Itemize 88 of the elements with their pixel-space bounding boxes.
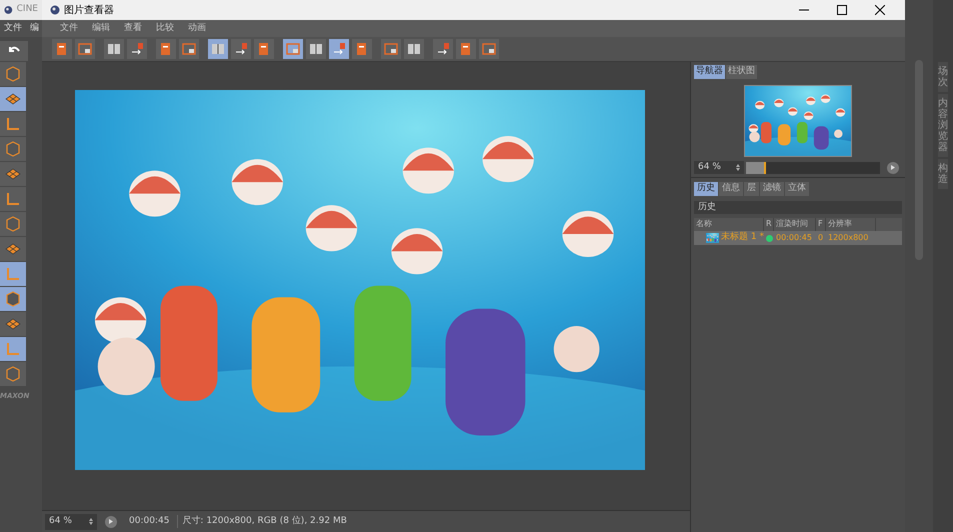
- grid-icon: [5, 241, 21, 257]
- grid-icon: [5, 91, 21, 107]
- document-icon: [459, 42, 473, 56]
- split-view-icon: [309, 42, 323, 56]
- panel-tab[interactable]: 层: [744, 182, 759, 196]
- tool-button[interactable]: [0, 162, 26, 186]
- toolbar-button[interactable]: [127, 39, 147, 59]
- history-row[interactable]: 未标题 1 * 00:00:45 0 1200x800: [694, 231, 902, 245]
- document-icon: [355, 42, 369, 56]
- table-cell-text: 未标题 1 *: [721, 231, 764, 244]
- play-icon: [109, 519, 113, 524]
- toolbar-button[interactable]: [381, 39, 401, 59]
- split-view-icon: [107, 42, 121, 56]
- tool-button[interactable]: [0, 237, 26, 261]
- zoom-field[interactable]: 64 %: [45, 514, 97, 530]
- toolbar-button[interactable]: [329, 39, 349, 59]
- panel-tab[interactable]: 历史: [694, 182, 718, 196]
- menu-item[interactable]: 文件: [4, 22, 22, 36]
- section-header: 历史: [694, 201, 902, 214]
- panel-tab[interactable]: 信息: [719, 182, 743, 196]
- spinner-icon: [89, 518, 93, 525]
- play-button[interactable]: [105, 516, 117, 528]
- spinner-icon: [736, 164, 740, 171]
- arrow-icon: [234, 42, 248, 56]
- toolbar-button[interactable]: [208, 39, 228, 59]
- close-icon: [875, 5, 885, 15]
- menu-item[interactable]: 编: [30, 22, 39, 36]
- panel-tab[interactable]: 滤镜: [760, 182, 784, 196]
- tool-button[interactable]: [0, 212, 26, 236]
- document-icon: [159, 42, 173, 56]
- window-title: 图片查看器: [64, 4, 114, 18]
- render-time: 00:00:45: [129, 514, 170, 528]
- frame-icon: [182, 42, 196, 56]
- undo-button[interactable]: [0, 41, 28, 61]
- frame-icon: [384, 42, 398, 56]
- arrow-icon: [332, 42, 346, 56]
- grid-icon: [5, 166, 21, 182]
- toolbar-button[interactable]: [306, 39, 326, 59]
- play-button[interactable]: [887, 162, 899, 174]
- app-logo-icon: [50, 5, 60, 15]
- side-tab[interactable]: 内容浏览器: [938, 94, 948, 157]
- grid-icon: [5, 316, 21, 332]
- arrow-icon: [436, 42, 450, 56]
- document-icon: [257, 42, 271, 56]
- maximize-icon: [837, 5, 847, 15]
- tool-button[interactable]: [0, 287, 26, 311]
- frame-icon: [286, 42, 300, 56]
- arrow-icon: [130, 42, 144, 56]
- toolbar-button[interactable]: [433, 39, 453, 59]
- tool-button[interactable]: [0, 87, 26, 111]
- side-tab[interactable]: 构造: [938, 159, 948, 189]
- menu-item[interactable]: 动画: [188, 22, 206, 36]
- tool-button[interactable]: [0, 137, 26, 161]
- toolbar-button[interactable]: [75, 39, 95, 59]
- panel-tab[interactable]: 立体: [785, 182, 809, 196]
- zoom-slider[interactable]: [746, 162, 880, 174]
- panel-tab[interactable]: 导航器: [694, 65, 725, 79]
- side-tab[interactable]: 场次: [938, 62, 948, 92]
- frame-icon: [482, 42, 496, 56]
- table-cell-text: 00:00:45: [775, 232, 813, 244]
- document-icon: [55, 42, 69, 56]
- toolbar-button[interactable]: [479, 39, 499, 59]
- tool-button[interactable]: [0, 112, 26, 136]
- table-cell-text: 1200x800: [827, 232, 870, 244]
- play-icon: [891, 165, 895, 170]
- menu-item[interactable]: 编辑: [92, 22, 110, 36]
- menu-item[interactable]: 文件: [60, 22, 78, 36]
- menu-item[interactable]: 查看: [124, 22, 142, 36]
- menu-item[interactable]: 比较: [156, 22, 174, 36]
- minimize-icon: [799, 9, 809, 11]
- split-view-icon: [211, 42, 225, 56]
- toolbar-button[interactable]: [179, 39, 199, 59]
- toolbar-button[interactable]: [231, 39, 251, 59]
- toolbar-button[interactable]: [104, 39, 124, 59]
- tool-button[interactable]: [0, 362, 26, 386]
- window-title: CINE: [16, 3, 38, 16]
- status-dot-icon: [766, 234, 772, 242]
- app-logo-icon: [4, 5, 13, 15]
- zoom-field[interactable]: 64 %: [694, 161, 744, 174]
- split-view-icon: [407, 42, 421, 56]
- toolbar-button[interactable]: [404, 39, 424, 59]
- panel-tab[interactable]: 柱状图: [726, 65, 757, 79]
- tool-button[interactable]: [0, 62, 26, 86]
- image-info: 尺寸: 1200x800, RGB (8 位), 2.92 MB: [177, 514, 347, 528]
- table-cell-text: 0: [817, 232, 824, 244]
- tool-button[interactable]: [0, 312, 26, 336]
- frame-icon: [78, 42, 92, 56]
- tool-button[interactable]: [0, 187, 26, 211]
